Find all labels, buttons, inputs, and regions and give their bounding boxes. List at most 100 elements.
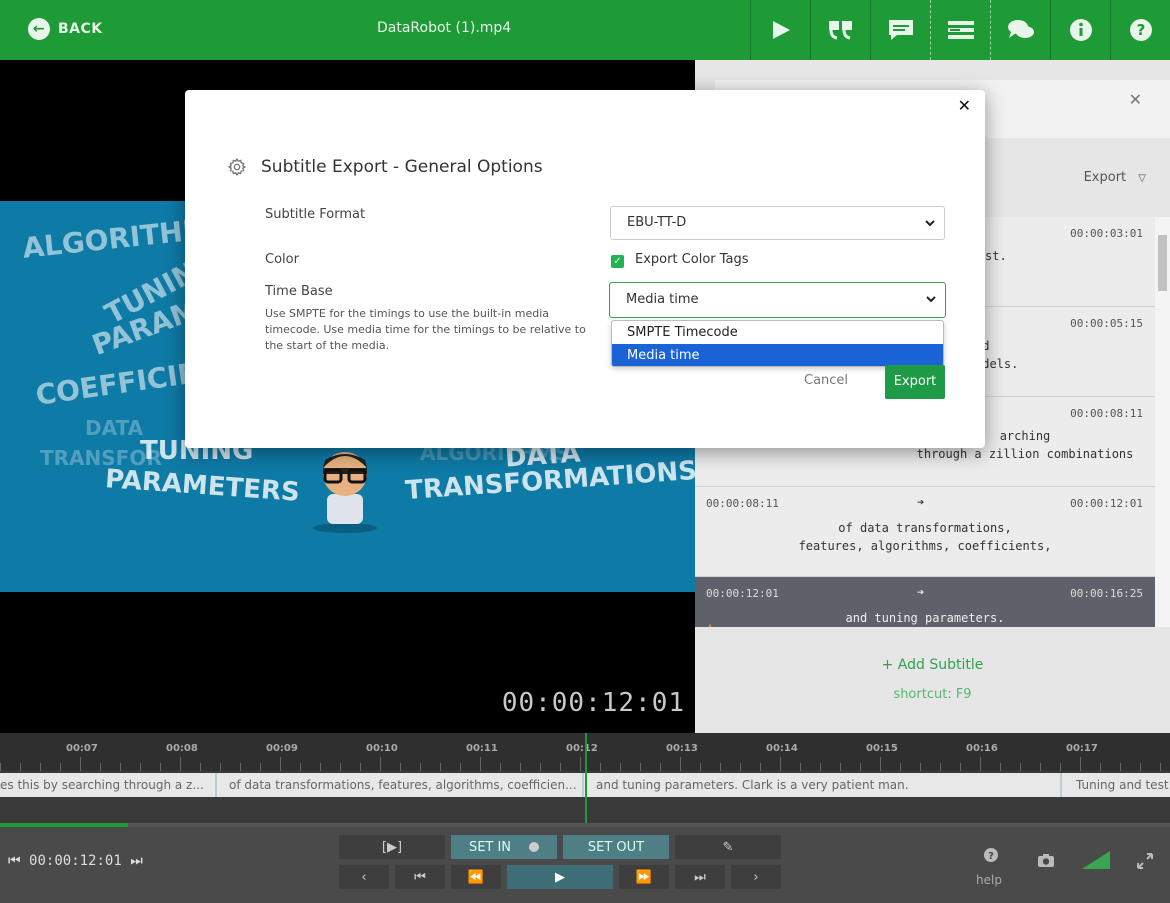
timeline-tick: 00:11 [466,743,498,754]
ruler-minor-tick [60,763,61,771]
next-subtitle-button[interactable]: › [731,865,781,889]
ruler-minor-tick [760,763,761,771]
prev-subtitle-button[interactable]: ‹ [339,865,389,889]
ruler-minor-tick [780,757,781,771]
arrow-right-circle-icon: ➔ [917,495,925,509]
subtitle-item[interactable]: 00:00:08:11 ➔ 00:00:12:01 of data transf… [695,487,1155,577]
pencil-icon: ✎ [722,839,734,855]
export-color-tags-checkbox[interactable]: ✓ [611,255,624,268]
subtitle-item-active[interactable]: 00:00:12:01 ➔ 00:00:16:25 and tuning par… [695,577,1155,627]
timeline-tick: 00:08 [166,743,198,754]
add-subtitle-button[interactable]: + Add Subtitle [695,657,1170,673]
ruler-minor-tick [1140,763,1141,771]
camera-icon[interactable] [1037,853,1055,872]
track-segment[interactable]: es this by searching through a z... [0,773,217,797]
next-frame-icon[interactable]: ⏭ [130,853,143,869]
subtitle-text: and tuning parameters. [845,611,1005,625]
time-base-dropdown[interactable]: SMPTE Timecode Media time [611,320,944,367]
fast-forward-button[interactable]: ⏩ [619,865,669,889]
top-bar: ← BACK DataRobot (1).mp4 ? [0,0,1170,60]
set-in-button[interactable]: SET IN [451,835,557,859]
ruler-minor-tick [620,763,621,771]
skip-back-button[interactable]: ⏮ [395,865,445,889]
subtitle-export-dialog: ✕ Subtitle Export - General Options Subt… [185,90,985,448]
help-icon: ? [984,848,998,862]
chevron-right-icon: › [753,869,759,885]
comments-button[interactable] [990,0,1050,60]
character-illustration [313,452,377,533]
track-segment[interactable]: and tuning parameters. Clark is a very p… [588,773,1062,797]
ruler-minor-tick [420,763,421,771]
time-base-select[interactable]: Media time [609,282,946,318]
set-out-button[interactable]: SET OUT [563,835,669,859]
back-arrow-icon: ← [28,18,50,40]
rewind-button[interactable]: ⏪ [451,865,501,889]
playhead[interactable] [585,733,587,823]
back-label: BACK [58,21,103,37]
play-icon [772,21,790,39]
volume-icon[interactable] [1082,851,1110,873]
ruler-minor-tick [280,757,281,771]
panel-close-icon[interactable]: ✕ [1129,90,1142,109]
ruler-minor-tick [1100,763,1101,771]
track-segment[interactable]: of data transformations, features, algor… [221,773,584,797]
export-menu[interactable]: Export ▽ [1084,170,1146,185]
play-button[interactable] [750,0,810,60]
subtitle-out-time: 00:00:16:25 [1070,587,1143,600]
scrollbar-thumb[interactable] [1158,235,1167,291]
info-button[interactable] [1050,0,1110,60]
back-button[interactable]: ← BACK [28,18,103,40]
ruler-minor-tick [700,763,701,771]
play-selection-button[interactable]: [▶] [339,835,445,859]
ruler-minor-tick [1120,763,1121,771]
export-button[interactable]: Export [885,365,945,399]
subtitle-scrollbar[interactable] [1155,217,1170,627]
ruler-minor-tick [820,763,821,771]
timeline[interactable]: 00:07 00:08 00:09 00:10 00:11 00:12 00:1… [0,733,1170,823]
ruler-minor-tick [160,763,161,771]
timeline-tick: 00:14 [766,743,798,754]
ruler-minor-tick [140,763,141,771]
list-icon [947,21,974,39]
video-timecode: 00:00:12:01 [501,688,685,718]
ruler-minor-tick [640,763,641,771]
timeline-tick: 00:17 [1066,743,1098,754]
ruler-minor-tick [380,757,381,771]
set-in-label: SET IN [468,839,512,855]
help-button[interactable]: ? [1110,0,1170,60]
timeline-tick: 00:10 [366,743,398,754]
dialog-title: Subtitle Export - General Options [227,157,543,177]
subtitle-in-time: 00:00:12:01 [706,587,779,600]
skip-forward-icon: ⏭ [694,869,706,885]
ruler-minor-tick [440,763,441,771]
cancel-button[interactable]: Cancel [804,373,848,388]
option-smpte-timecode[interactable]: SMPTE Timecode [612,321,943,344]
skip-forward-button[interactable]: ⏭ [675,865,725,889]
caption-button[interactable] [870,0,930,60]
close-icon[interactable]: ✕ [958,96,971,115]
controls-help-button[interactable]: ? [980,847,1002,867]
subtitle-format-select[interactable]: EBU-TT-D [610,206,945,240]
quote-button[interactable] [810,0,870,60]
video-word: DATA [85,416,144,440]
ruler-minor-tick [40,763,41,771]
list-button[interactable] [930,0,990,60]
ruler-minor-tick [560,763,561,771]
prev-frame-icon[interactable]: ⏮ [8,853,21,869]
ruler-minor-tick [540,763,541,771]
ruler-minor-tick [200,763,201,771]
option-media-time[interactable]: Media time [612,344,943,366]
ruler-minor-tick [720,763,721,771]
quote-icon [828,21,852,40]
edit-button[interactable]: ✎ [675,835,781,859]
subtitle-text: of data transformations, features, algor… [798,521,1052,553]
color-label: Color [265,252,299,267]
ruler-minor-tick [920,763,921,771]
fullscreen-icon[interactable] [1137,853,1153,873]
play-pause-button[interactable]: ▶ [507,865,613,889]
ruler-minor-tick [980,757,981,771]
ruler-minor-tick [180,757,181,771]
chevron-down-icon: ▽ [1138,173,1146,184]
ruler-minor-tick [1080,757,1081,771]
track-segment[interactable]: Tuning and test [1068,773,1170,797]
